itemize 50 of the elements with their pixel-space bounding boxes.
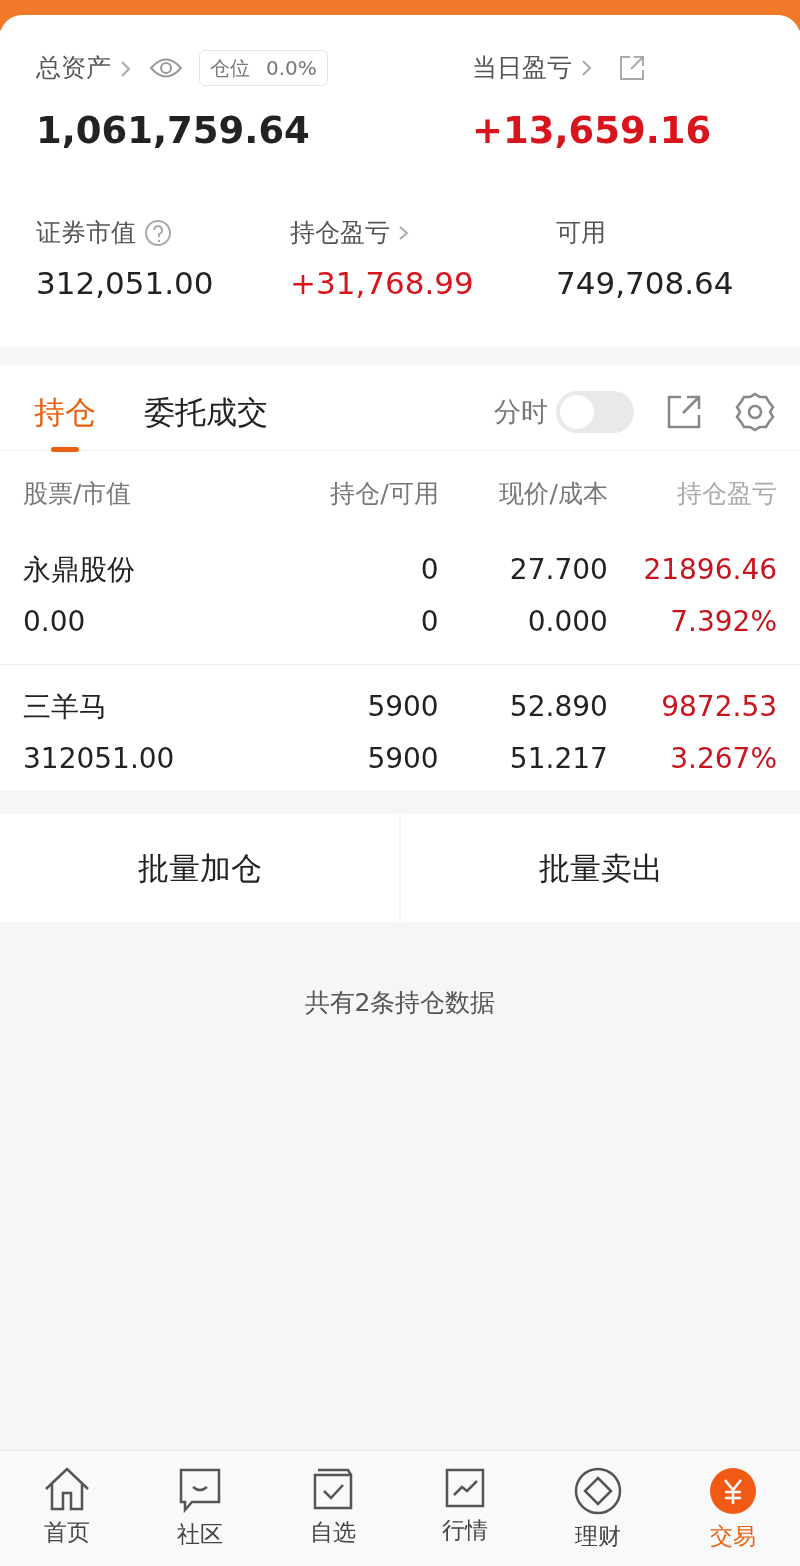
help-icon[interactable]	[144, 218, 172, 247]
column-header: 现价/成本	[499, 478, 608, 508]
batch-button[interactable]: 批量卖出	[401, 814, 800, 922]
stat-value: 312,051.00	[36, 263, 214, 303]
table-cell: 3.267%	[670, 742, 777, 775]
nav-tab[interactable]: 社区	[177, 1451, 224, 1566]
batch-button[interactable]: 批量加仓	[0, 814, 399, 922]
table-cell: 5900	[367, 742, 439, 775]
yuan-icon	[708, 1467, 757, 1515]
table-cell: 9872.53	[661, 690, 777, 723]
nav-tab[interactable]: 行情	[442, 1451, 489, 1566]
share-icon[interactable]	[666, 394, 702, 431]
table-cell: 5900	[367, 690, 439, 723]
share-icon[interactable]	[618, 53, 646, 82]
settings-icon[interactable]	[734, 391, 776, 434]
stat-label: 可用	[556, 217, 606, 249]
nav-tab[interactable]: 首页	[43, 1451, 92, 1566]
eye-icon[interactable]	[149, 56, 183, 79]
column-header: 股票/市值	[23, 478, 132, 508]
table-cell: 0.00	[23, 605, 86, 638]
column-header: 持仓/可用	[330, 478, 439, 508]
table-cell: 51.217	[509, 742, 608, 775]
table-cell: 三羊马	[23, 690, 107, 723]
chart-icon	[444, 1467, 487, 1509]
table-cell: 312051.00	[23, 742, 175, 775]
total-assets-label[interactable]: 总资产	[36, 49, 111, 87]
table-cell: 21896.46	[643, 553, 777, 586]
chat-icon	[178, 1467, 223, 1513]
table-cell: 0	[420, 605, 439, 638]
footer-note: 共有2条持仓数据	[304, 988, 496, 1017]
position-badge: 仓位 0.0%	[199, 49, 328, 86]
table-cell: 52.890	[509, 690, 608, 723]
timeshare-label: 分时	[494, 395, 548, 429]
stat-value: +31,768.99	[290, 263, 474, 303]
column-header: 持仓盈亏	[677, 478, 777, 508]
daily-pnl-label[interactable]: 当日盈亏	[472, 49, 572, 87]
nav-tab[interactable]: 自选	[309, 1451, 356, 1566]
table-cell: 27.700	[509, 553, 608, 586]
table-cell: 0.000	[527, 605, 608, 638]
stat-label[interactable]: 持仓盈亏	[290, 214, 390, 252]
total-assets-value: 1,061,759.64	[36, 107, 311, 154]
stat-value: 749,708.64	[556, 263, 734, 303]
stat-label: 证券市值	[36, 217, 136, 249]
table-cell: 永鼎股份	[23, 553, 135, 586]
checkbox-icon	[311, 1467, 354, 1511]
daily-pnl-value: +13,659.16	[472, 107, 712, 154]
tab[interactable]: 委托成交	[144, 389, 268, 450]
table-cell: 0	[420, 553, 439, 586]
nav-tab[interactable]: 理财	[574, 1451, 623, 1566]
table-cell: 7.392%	[670, 605, 777, 638]
